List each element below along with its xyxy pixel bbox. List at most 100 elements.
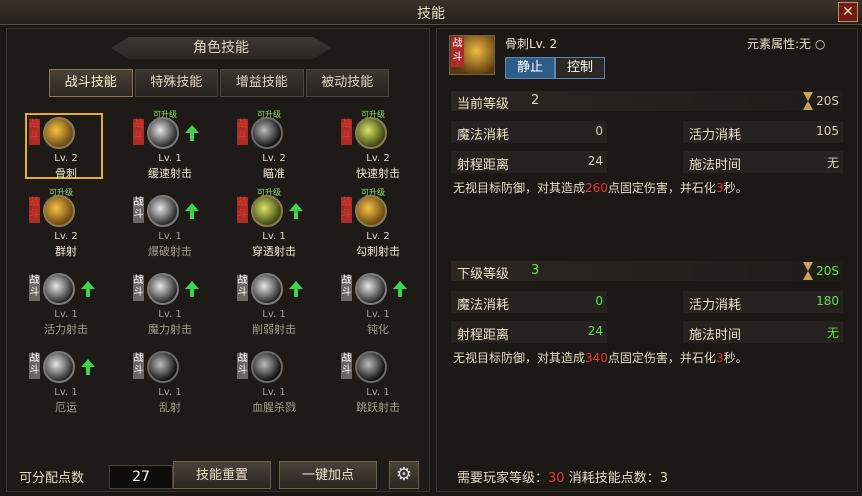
desc-seconds: 3 — [715, 181, 724, 195]
skill-name: 群射 — [55, 245, 77, 258]
mana-cost-cell: 魔法消耗 0 — [451, 291, 607, 313]
desc-text: 点固定伤害，并石化 — [607, 181, 716, 195]
upgrade-arrow-icon[interactable] — [185, 281, 199, 297]
rapid-shot-icon — [355, 117, 387, 149]
stat-row: 射程距离 24 施法时间 无 — [451, 151, 843, 175]
combat-tag: 战斗 — [237, 275, 248, 301]
blast-shot-icon — [147, 195, 179, 227]
auto-allocate-button[interactable]: 一键加点 — [279, 461, 377, 489]
vitality-cost-value: 105 — [816, 124, 839, 138]
skill-slot[interactable]: 战斗 Lv. 1 钝化 — [333, 269, 425, 341]
skill-list-panel: 角色技能 战斗技能 特殊技能 增益技能 被动技能 战斗 Lv. 2 骨刺 战斗 … — [6, 28, 430, 492]
skill-name: 勾刺射击 — [356, 245, 400, 258]
skill-slot[interactable]: 战斗 Lv. 2 骨刺 — [21, 113, 113, 185]
tab-combat[interactable]: 战斗技能 — [49, 69, 133, 97]
skill-level: Lv. 2 — [366, 231, 390, 242]
skill-level: Lv. 1 — [54, 309, 78, 320]
mana-cost-value: 0 — [595, 124, 603, 138]
selected-skill-name: 骨刺Lv. 2 — [505, 37, 558, 51]
req-level-value: 30 — [548, 471, 565, 486]
skill-slot[interactable]: 战斗 Lv. 1 血腥杀戮 — [229, 347, 321, 419]
combat-tag: 战斗 — [29, 197, 40, 223]
leap-shot-icon — [355, 351, 387, 383]
cast-time-cell: 施法时间 无 — [683, 321, 843, 343]
cast-time-cell: 施法时间 无 — [683, 151, 843, 173]
gear-icon[interactable]: ⚙ — [389, 461, 419, 489]
skill-name: 瞄准 — [263, 167, 285, 180]
mana-cost-label: 魔法消耗 — [457, 128, 510, 143]
upgrade-arrow-icon[interactable] — [81, 359, 95, 375]
skill-name: 穿透射击 — [252, 245, 296, 258]
skill-slot[interactable]: 战斗 可升级 Lv. 2 勾刺射击 — [333, 188, 425, 263]
desc-text: 秒。 — [723, 351, 748, 365]
stat-row: 魔法消耗 0 活力消耗 180 — [451, 291, 843, 315]
skill-slot[interactable]: 战斗 Lv. 1 魔力射击 — [125, 269, 217, 341]
range-value: 24 — [587, 154, 603, 168]
points-value: 27 — [109, 465, 173, 489]
skill-slot[interactable]: 战斗 可升级 Lv. 2 快速射击 — [333, 110, 425, 185]
next-level-header: 下级等级 3 20S — [451, 261, 843, 282]
skill-slot[interactable]: 战斗 Lv. 1 削弱射击 — [229, 269, 321, 341]
skill-tabs: 战斗技能 特殊技能 增益技能 被动技能 — [49, 69, 389, 97]
doom-icon — [43, 351, 75, 383]
upgrade-arrow-icon[interactable] — [185, 203, 199, 219]
upgrade-arrow-icon[interactable] — [289, 203, 303, 219]
combat-tag: 战斗 — [133, 197, 144, 223]
skill-level: Lv. 2 — [54, 153, 78, 164]
skill-detail-panel: 战斗 骨刺Lv. 2 元素属性:无 ○ 静止 控制 当前等级 2 20S 魔法消… — [436, 28, 858, 492]
skill-slot[interactable]: 战斗 可升级 Lv. 2 瞄准 — [229, 110, 321, 185]
skill-slot[interactable]: 战斗 可升级 Lv. 2 群射 — [21, 188, 113, 263]
bottom-bar: 可分配点数 27 技能重置 一键加点 ⚙ — [7, 459, 431, 493]
tab-buff[interactable]: 增益技能 — [220, 69, 304, 97]
combat-tag: 战斗 — [341, 275, 352, 301]
range-cell: 射程距离 24 — [451, 321, 607, 343]
skill-slot[interactable]: 战斗 可升级 Lv. 1 穿透射击 — [229, 188, 321, 263]
skill-slot[interactable]: 战斗 Lv. 1 爆破射击 — [125, 191, 217, 263]
skill-name: 活力射击 — [44, 323, 88, 336]
combat-tag: 战斗 — [341, 119, 352, 145]
combat-tag: 战斗 — [133, 119, 144, 145]
range-cell: 射程距离 24 — [451, 151, 607, 173]
next-level-label: 下级等级 — [457, 267, 510, 282]
panel-banner: 角色技能 — [111, 37, 331, 59]
skill-slot[interactable]: 战斗 Lv. 1 跳跃射击 — [333, 347, 425, 419]
skill-level: Lv. 1 — [158, 309, 182, 320]
tab-passive[interactable]: 被动技能 — [305, 69, 389, 97]
skill-level: Lv. 1 — [54, 387, 78, 398]
skill-name: 魔力射击 — [148, 323, 192, 336]
next-description: 无视目标防御，对其造成340点固定伤害，并石化3秒。 — [453, 349, 843, 366]
circle-icon: ○ — [814, 37, 826, 51]
skill-name: 跳跃射击 — [356, 401, 400, 414]
skill-level: Lv. 1 — [158, 387, 182, 398]
skill-level: Lv. 1 — [158, 153, 182, 164]
skill-slot[interactable]: 战斗 Lv. 1 乱射 — [125, 347, 217, 419]
desc-seconds: 3 — [715, 351, 724, 365]
skill-level: Lv. 1 — [158, 231, 182, 242]
upgrade-arrow-icon[interactable] — [185, 125, 199, 141]
desc-text: 无视目标防御，对其造成 — [453, 181, 586, 195]
points-label: 可分配点数 — [19, 471, 85, 486]
upgrade-arrow-icon[interactable] — [289, 281, 303, 297]
reset-skills-button[interactable]: 技能重置 — [173, 461, 271, 489]
mana-shot-icon — [147, 273, 179, 305]
desc-text: 无视目标防御，对其造成 — [453, 351, 586, 365]
vitality-cost-value: 180 — [816, 294, 839, 308]
volley-icon — [43, 195, 75, 227]
skill-slot[interactable]: 战斗 Lv. 1 厄运 — [21, 347, 113, 419]
current-description: 无视目标防御，对其造成260点固定伤害，并石化3秒。 — [453, 179, 843, 196]
skill-slot[interactable]: 战斗 可升级 Lv. 1 缓速射击 — [125, 110, 217, 185]
vitality-cost-cell: 活力消耗 180 — [683, 291, 843, 313]
skill-slot[interactable]: 战斗 Lv. 1 活力射击 — [21, 269, 113, 341]
current-level-header: 当前等级 2 20S — [451, 91, 843, 112]
cast-time-label: 施法时间 — [689, 328, 742, 343]
upgrade-arrow-icon[interactable] — [393, 281, 407, 297]
close-icon[interactable]: ✕ — [838, 2, 858, 22]
banner-label: 角色技能 — [193, 40, 249, 56]
dull-icon — [355, 273, 387, 305]
tab-special[interactable]: 特殊技能 — [134, 69, 218, 97]
combat-tag: 战斗 — [341, 197, 352, 223]
slow-shot-icon — [147, 117, 179, 149]
upgrade-arrow-icon[interactable] — [81, 281, 95, 297]
cooldown-time: 20S — [816, 94, 839, 108]
vitality-cost-cell: 活力消耗 105 — [683, 121, 843, 143]
